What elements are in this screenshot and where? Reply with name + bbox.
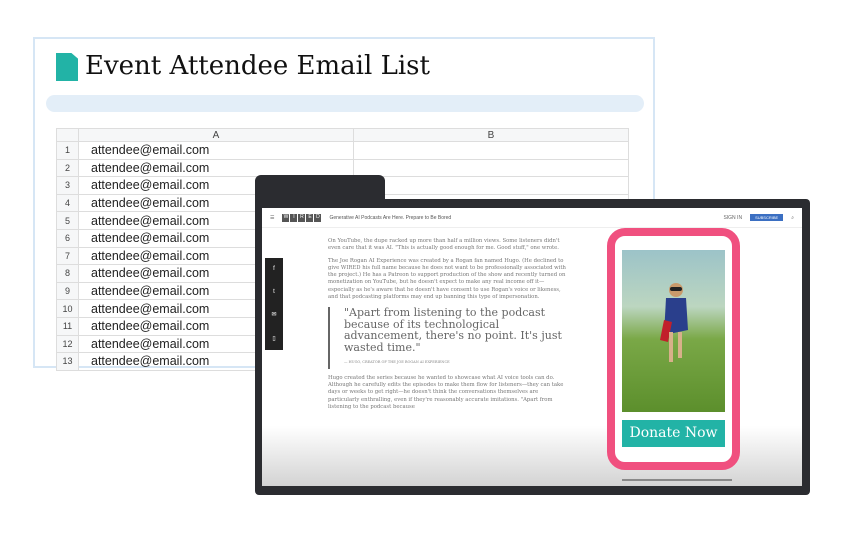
social-share-bar: f t ✉ ▯ [265,258,283,350]
headline: Generative AI Podcasts Are Here. Prepare… [329,214,452,221]
paragraph: The Joe Rogan AI Experience was created … [328,257,566,301]
paragraph: On YouTube, the dupe racked up more than… [328,238,560,252]
bookmark-icon[interactable]: ▯ [272,335,275,342]
row-number[interactable]: 3 [56,176,79,195]
twitter-icon[interactable]: t [273,289,275,295]
site-header: ☰ WIRED Generative AI Podcasts Are Here.… [262,208,802,228]
sign-in-link[interactable]: SIGN IN [723,215,742,221]
empty-cell[interactable] [353,176,629,195]
sheet-title: Event Attendee Email List [85,51,430,81]
subscribe-button[interactable]: SUBSCRIBE [750,214,784,221]
paragraph: Hugo created the series because he wante… [328,374,564,411]
pull-quote: "Apart from listening to the podcast bec… [328,307,570,369]
menu-icon[interactable]: ☰ [270,215,274,221]
web-page: ☰ WIRED Generative AI Podcasts Are Here.… [262,208,802,486]
donation-ad: Donate Now [607,228,740,470]
email-icon[interactable]: ✉ [271,311,276,318]
document-icon [56,53,78,81]
facebook-icon[interactable]: f [273,266,275,272]
empty-cell[interactable] [353,141,629,160]
row-number[interactable]: 7 [56,246,79,266]
row-number[interactable]: 6 [56,228,79,248]
column-header-b[interactable]: B [353,128,629,142]
scrollbar[interactable] [622,479,732,481]
formula-bar[interactable] [46,95,644,112]
row-number[interactable]: 2 [56,158,79,178]
donate-now-button[interactable]: Donate Now [622,420,725,447]
row-number[interactable]: 11 [56,316,79,336]
row-number[interactable]: 8 [56,264,79,283]
quote-caption: — HUGO, CREATOR OF THE JOE ROGAN AI EXPE… [344,360,450,365]
site-logo[interactable]: WIRED [282,213,322,222]
child-running-photo [622,250,725,412]
column-header-a[interactable]: A [78,128,354,142]
search-icon[interactable]: ⌕ [791,215,794,221]
table-row: 1 attendee@email.com [56,141,629,160]
row-number[interactable]: 10 [56,299,79,318]
row-number[interactable]: 9 [56,281,79,301]
corner-cell [56,128,79,142]
row-number[interactable]: 12 [56,334,79,354]
article-body: On YouTube, the dupe racked up more than… [328,238,570,416]
row-number[interactable]: 4 [56,193,79,213]
empty-cell[interactable] [353,158,629,178]
email-cell[interactable]: attendee@email.com [78,141,354,160]
row-number[interactable]: 13 [56,352,79,371]
row-number[interactable]: 1 [56,141,79,160]
row-number[interactable]: 5 [56,211,79,230]
